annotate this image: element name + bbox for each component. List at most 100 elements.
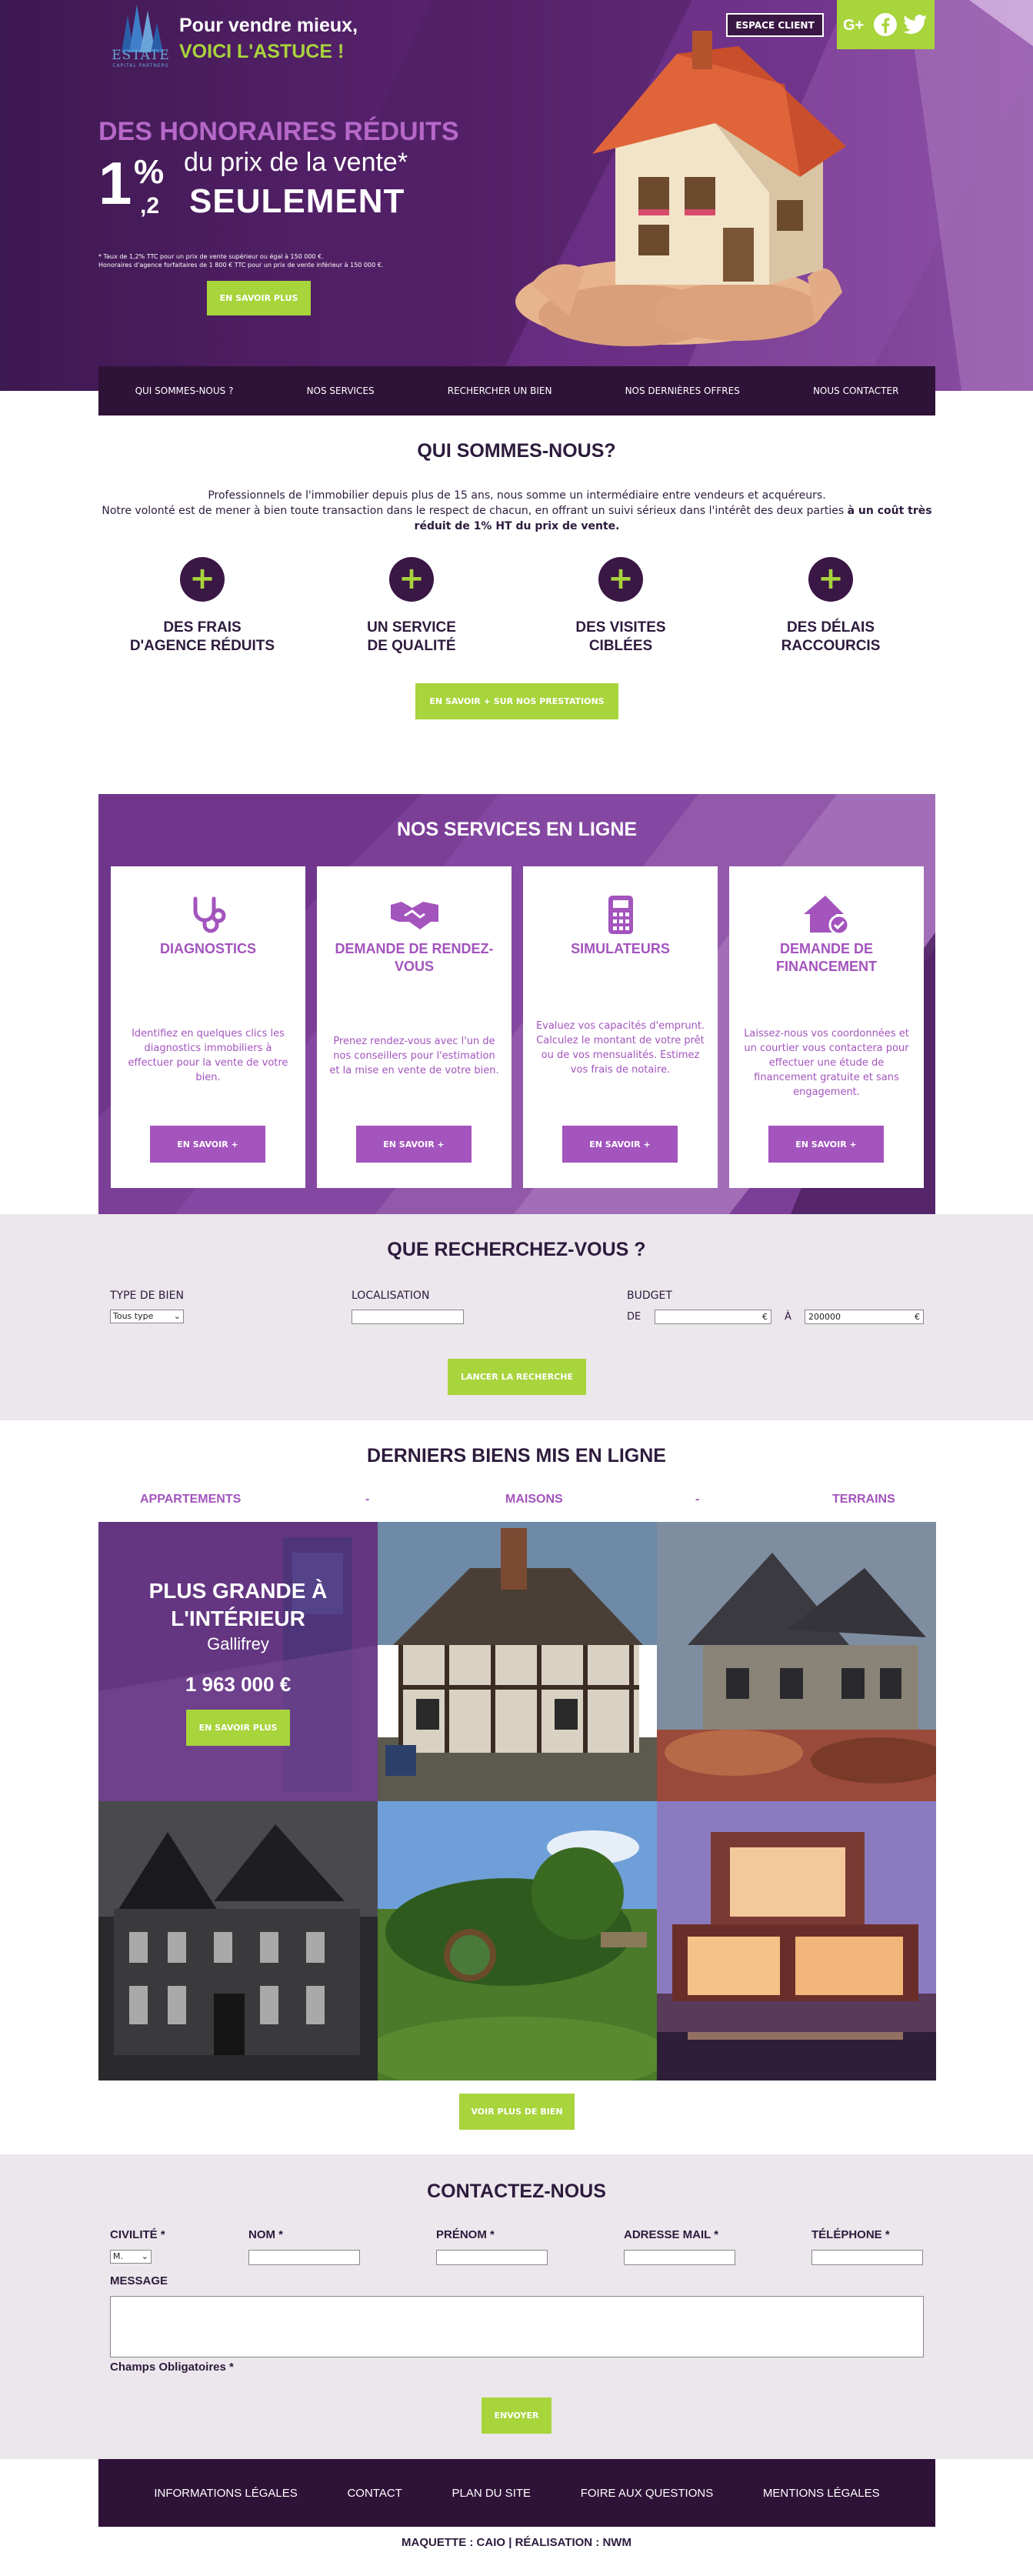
calculator-icon bbox=[608, 896, 633, 934]
tab-maisons[interactable]: MAISONS bbox=[505, 1493, 563, 1507]
listing-image bbox=[378, 1801, 657, 2080]
listing-tile-hobbit-house[interactable] bbox=[378, 1801, 657, 2080]
tab-terrains[interactable]: TERRAINS bbox=[832, 1493, 895, 1507]
service-card-diagnostics: DIAGNOSTICS Identifiez en quelques clics… bbox=[111, 866, 305, 1188]
budget-max-value: 200000 bbox=[808, 1312, 841, 1322]
budget-max-input[interactable]: 200000 € bbox=[805, 1310, 924, 1324]
client-area-button[interactable]: ESPACE CLIENT bbox=[726, 13, 824, 37]
google-plus-icon[interactable]: G+ bbox=[843, 12, 869, 38]
nav-item-search[interactable]: RECHERCHER UN BIEN bbox=[448, 385, 552, 396]
send-button[interactable]: ENVOYER bbox=[482, 2397, 551, 2434]
firstname-input[interactable] bbox=[436, 2250, 548, 2265]
listing-tile-stone-manor[interactable] bbox=[657, 1522, 936, 1801]
feature-label: DES VISITES CIBLÉES bbox=[575, 619, 666, 654]
featured-listing-button[interactable]: EN SAVOIR PLUS bbox=[186, 1710, 290, 1746]
service-card-button[interactable]: EN SAVOIR + bbox=[356, 1126, 472, 1163]
feature-label: DES FRAIS D'AGENCE RÉDUITS bbox=[129, 619, 275, 654]
more-listings-button[interactable]: VOIR PLUS DE BIEN bbox=[459, 2094, 575, 2130]
listing-tabs: APPARTEMENTS - MAISONS - TERRAINS bbox=[98, 1493, 935, 1511]
footnote-line-2: Honoraires d'agence forfaitaires de 1 80… bbox=[98, 262, 384, 269]
budget-to-label: À bbox=[785, 1311, 791, 1323]
property-type-label: TYPE DE BIEN bbox=[110, 1290, 184, 1302]
percent-main: 1 bbox=[98, 149, 132, 217]
about-line-2: Notre volonté est de mener à bien toute … bbox=[102, 505, 848, 517]
hero-learn-more-button[interactable]: EN SAVOIR PLUS bbox=[207, 281, 311, 315]
twitter-icon[interactable] bbox=[902, 12, 928, 38]
footer: INFORMATIONS LÉGALES CONTACT PLAN DU SIT… bbox=[98, 2459, 935, 2527]
contact-section: CONTACTEZ-NOUS CIVILITÉ * M. ⌄ NOM * PRÉN… bbox=[0, 2154, 1033, 2459]
footer-link-legal-info[interactable]: INFORMATIONS LÉGALES bbox=[154, 2487, 297, 2500]
percent-decimal: ,2 bbox=[140, 193, 160, 219]
service-card-button[interactable]: EN SAVOIR + bbox=[562, 1126, 678, 1163]
footer-link-legal-notice[interactable]: MENTIONS LÉGALES bbox=[763, 2487, 880, 2500]
tab-appartements[interactable]: APPARTEMENTS bbox=[140, 1493, 241, 1507]
contact-title: CONTACTEZ-NOUS bbox=[427, 2181, 606, 2202]
slogan-line-2: VOICI L'ASTUCE ! bbox=[179, 41, 345, 62]
euro-symbol: € bbox=[762, 1312, 768, 1322]
nav-item-services[interactable]: NOS SERVICES bbox=[307, 385, 375, 396]
nav-item-about[interactable]: QUI SOMMES-NOUS ? bbox=[135, 385, 234, 396]
featured-listing-text: PLUS GRANDE À L'INTÉRIEUR Gallifrey 1 96… bbox=[98, 1577, 378, 1697]
firstname-label: PRÉNOM * bbox=[436, 2228, 495, 2241]
lastname-input[interactable] bbox=[248, 2250, 360, 2265]
civility-value: M. bbox=[113, 2251, 123, 2261]
about-line-2-bold: à un coût très bbox=[847, 505, 932, 517]
services-info-button[interactable]: EN SAVOIR + SUR NOS PRESTATIONS bbox=[415, 683, 618, 719]
listing-tile-tudor-house[interactable] bbox=[378, 1522, 657, 1801]
chevron-down-icon: ⌄ bbox=[141, 2251, 148, 2261]
facebook-icon[interactable] bbox=[872, 12, 898, 38]
plus-icon: + bbox=[598, 557, 643, 602]
service-card-appointment: DEMANDE DE RENDEZ-VOUS Prenez rendez-vou… bbox=[317, 866, 512, 1188]
feature-label: DES DÉLAIS RACCOURCIS bbox=[781, 619, 881, 654]
property-type-value: Tous type bbox=[113, 1311, 154, 1321]
service-card-button[interactable]: EN SAVOIR + bbox=[768, 1126, 884, 1163]
svg-text:G+: G+ bbox=[843, 17, 864, 33]
stethoscope-icon bbox=[193, 896, 225, 933]
nav-item-offers[interactable]: NOS DERNIÈRES OFFRES bbox=[625, 385, 740, 396]
featured-listing-title: PLUS GRANDE À L'INTÉRIEUR bbox=[148, 1579, 328, 1630]
feature-quality-service: + UN SERVICE DE QUALITÉ bbox=[327, 557, 496, 656]
percent-sign: % bbox=[134, 153, 165, 191]
service-card-button[interactable]: EN SAVOIR + bbox=[150, 1126, 265, 1163]
phone-input[interactable] bbox=[811, 2250, 923, 2265]
about-title: QUI SOMMES-NOUS? bbox=[417, 440, 616, 462]
search-title: QUE RECHERCHEZ-VOUS ? bbox=[387, 1239, 646, 1260]
main-nav: QUI SOMMES-NOUS ? NOS SERVICES RECHERCHE… bbox=[98, 366, 935, 415]
service-card-title: DIAGNOSTICS bbox=[159, 941, 256, 956]
tab-separator: - bbox=[365, 1493, 370, 1506]
listing-grid: PLUS GRANDE À L'INTÉRIEUR Gallifrey 1 96… bbox=[98, 1522, 936, 2080]
budget-min-input[interactable]: € bbox=[655, 1310, 771, 1324]
listing-image bbox=[657, 1522, 936, 1801]
service-card-financing: DEMANDE DE FINANCEMENT Laissez-nous vos … bbox=[729, 866, 924, 1188]
message-textarea[interactable] bbox=[110, 2296, 924, 2357]
search-button[interactable]: LANCER LA RECHERCHE bbox=[448, 1359, 586, 1395]
hero-footnote: * Taux de 1,2% TTC pour un prix de vente… bbox=[98, 252, 383, 269]
listing-tile-modern-villa[interactable] bbox=[657, 1801, 936, 2080]
service-card-title: DEMANDE DE FINANCEMENT bbox=[776, 941, 877, 974]
logo-tagline: CAPITAL PARTNERS bbox=[112, 63, 169, 68]
feature-targeted-visits: + DES VISITES CIBLÉES bbox=[536, 557, 705, 656]
footer-link-contact[interactable]: CONTACT bbox=[347, 2487, 402, 2500]
civility-select[interactable]: M. ⌄ bbox=[110, 2250, 152, 2264]
email-input[interactable] bbox=[624, 2250, 735, 2265]
service-card-title: DEMANDE DE RENDEZ-VOUS bbox=[335, 941, 494, 974]
logo[interactable]: ESTATE CAPITAL PARTNERS bbox=[98, 48, 183, 68]
nav-item-contact[interactable]: NOUS CONTACTER bbox=[813, 385, 898, 396]
email-label: ADRESSE MAIL * bbox=[624, 2228, 719, 2241]
featured-listing[interactable]: PLUS GRANDE À L'INTÉRIEUR Gallifrey 1 96… bbox=[98, 1522, 378, 1801]
footer-link-sitemap[interactable]: PLAN DU SITE bbox=[452, 2487, 531, 2500]
logo-brand: ESTATE bbox=[112, 48, 170, 63]
feature-short-delays: + DES DÉLAIS RACCOURCIS bbox=[746, 557, 915, 656]
slogan-line-1: Pour vendre mieux, bbox=[179, 15, 358, 36]
phone-label: TÉLÉPHONE * bbox=[811, 2228, 890, 2241]
hero-title: DES HONORAIRES RÉDUITS bbox=[98, 117, 459, 146]
footer-link-faq[interactable]: FOIRE AUX QUESTIONS bbox=[581, 2487, 714, 2500]
hero-banner: ESTATE CAPITAL PARTNERS Pour vendre mieu… bbox=[0, 0, 1033, 391]
service-card-desc: Identifiez en quelques clics les diagnos… bbox=[128, 1028, 288, 1083]
location-input[interactable] bbox=[352, 1310, 464, 1324]
house-check-icon bbox=[803, 896, 849, 936]
property-type-select[interactable]: Tous type ⌄ bbox=[110, 1310, 184, 1323]
lastname-label: NOM * bbox=[248, 2228, 283, 2241]
online-services-section: NOS SERVICES EN LIGNE DIAGNOSTICS Identi… bbox=[98, 794, 935, 1214]
listing-tile-gothic-mansion[interactable] bbox=[98, 1801, 378, 2080]
